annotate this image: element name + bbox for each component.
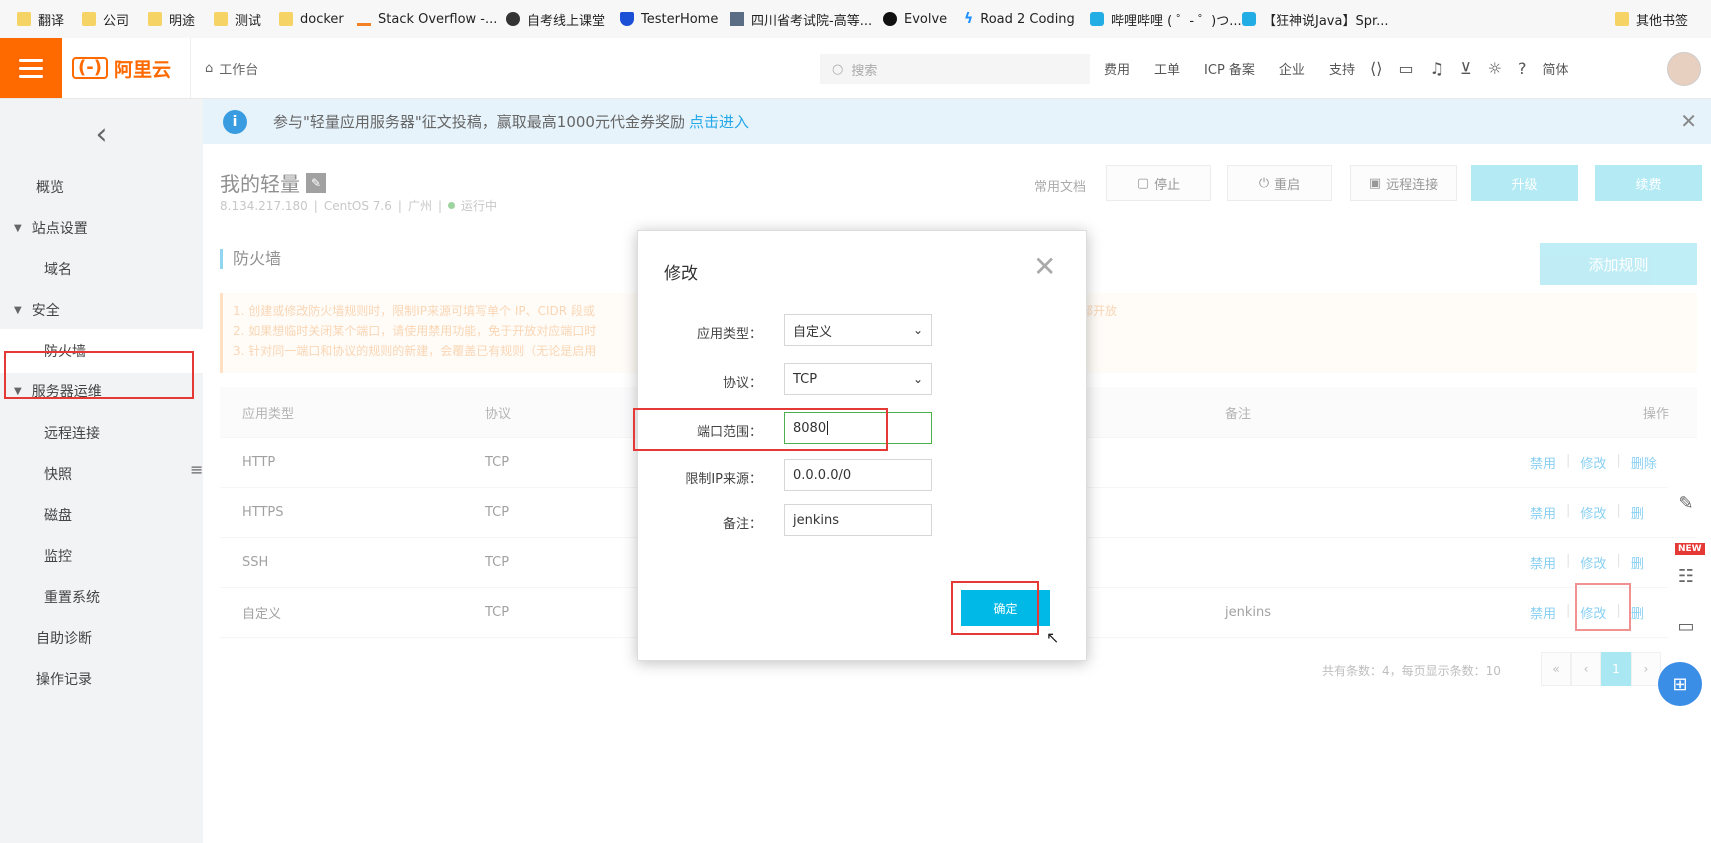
- ip-source-input[interactable]: 0.0.0.0/0: [784, 459, 932, 491]
- sidebar-item-oplog[interactable]: 操作记录: [0, 657, 203, 701]
- bookmark-docker[interactable]: docker: [279, 0, 344, 38]
- code-icon[interactable]: ⟨⟩: [1370, 59, 1382, 78]
- info-icon: i: [223, 109, 247, 134]
- bookmark-bilibili[interactable]: 哔哩哔哩 ( ゜- ゜)つ...: [1090, 0, 1242, 38]
- bookmark-test[interactable]: 测试: [214, 0, 261, 38]
- lightbulb-icon[interactable]: ☼: [1488, 59, 1502, 78]
- globe-icon: [506, 12, 520, 26]
- caret-down-icon: ▼: [14, 222, 22, 234]
- remark-input[interactable]: jenkins: [784, 504, 932, 536]
- language-switch[interactable]: 简体: [1543, 59, 1569, 78]
- nav-link-icp[interactable]: ICP 备案: [1204, 59, 1255, 78]
- bookmark-others[interactable]: 其他书签: [1615, 0, 1688, 38]
- avatar[interactable]: [1667, 52, 1701, 86]
- nav-link-billing[interactable]: 费用: [1104, 59, 1130, 78]
- highlight-box-firewall: [4, 351, 194, 399]
- aliyun-logo[interactable]: (-) 阿里云: [72, 38, 171, 98]
- evolve-icon: [883, 12, 897, 26]
- folder-icon: [1615, 12, 1629, 26]
- stackoverflow-icon: [357, 12, 371, 26]
- close-icon[interactable]: ✕: [1680, 109, 1697, 133]
- folder-icon: [214, 12, 228, 26]
- chevron-down-icon: ⌄: [912, 372, 923, 386]
- search-box[interactable]: ○ 搜索: [820, 54, 1090, 84]
- sidebar-item-diagnose[interactable]: 自助诊断: [0, 616, 203, 660]
- highlight-box-confirm: [951, 581, 1039, 635]
- nav-link-ticket[interactable]: 工单: [1154, 59, 1180, 78]
- bookmark-evolve[interactable]: Evolve: [883, 0, 947, 38]
- bookmark-kuangshen[interactable]: 【狂神说Java】Spr...: [1242, 0, 1389, 38]
- logo-text: 阿里云: [113, 58, 171, 81]
- terminal-icon[interactable]: ▭: [1398, 59, 1413, 78]
- menu-icon[interactable]: [0, 38, 62, 98]
- sidebar-item-reset[interactable]: 重置系统: [0, 575, 203, 619]
- help-icon[interactable]: ?: [1518, 59, 1527, 78]
- sidebar-item-disk[interactable]: 磁盘: [0, 493, 203, 537]
- search-icon: ○: [832, 61, 844, 77]
- bookmark-sichuan[interactable]: 四川省考试院-高等...: [730, 0, 872, 38]
- notice-link[interactable]: 点击进入: [689, 111, 749, 132]
- bookmark-mingtu[interactable]: 明途: [148, 0, 195, 38]
- nav-link-support[interactable]: 支持: [1329, 59, 1355, 78]
- sidebar-item-remote[interactable]: 远程连接: [0, 411, 203, 455]
- field-ip-source: 限制IP来源： 0.0.0.0/0: [638, 459, 1088, 493]
- book-icon[interactable]: ☷: [1668, 558, 1704, 594]
- sidebar-item-domain[interactable]: 域名: [0, 247, 203, 291]
- sidebar-item-overview[interactable]: 概览: [0, 165, 203, 209]
- bilibili-icon: [1242, 12, 1256, 26]
- sidebar-group-site-settings[interactable]: ▼ 站点设置: [0, 206, 203, 250]
- bookmarks-bar: 翻译 公司 明途 测试 docker Stack Overflow -... 自…: [0, 0, 1711, 39]
- protocol-select[interactable]: TCP ⌄: [784, 363, 932, 395]
- sidebar-item-monitor[interactable]: 监控: [0, 534, 203, 578]
- nav-icons: ⟨⟩ ▭ ♫ ⊻ ☼ ? 简体: [1370, 38, 1569, 98]
- field-remark: 备注： jenkins: [638, 504, 1088, 538]
- sidebar-group-security[interactable]: ▼ 安全: [0, 288, 203, 332]
- pencil-icon[interactable]: ✎: [1668, 485, 1704, 521]
- dialog-title: 修改: [664, 264, 698, 284]
- collapse-icon[interactable]: ‹: [0, 99, 203, 169]
- notice-bar: i 参与"轻量应用服务器"征文投稿，赢取最高1000元代金券奖励 点击进入 ✕: [203, 99, 1711, 144]
- nav-link-enterprise[interactable]: 企业: [1279, 59, 1305, 78]
- bookmark-translate[interactable]: 翻译: [17, 0, 64, 38]
- new-badge: NEW: [1675, 543, 1705, 555]
- sidebar-item-snapshot[interactable]: 快照: [0, 452, 203, 496]
- apps-grid-icon[interactable]: ⊞: [1658, 662, 1702, 706]
- bookmark-road2coding[interactable]: ϟ Road 2 Coding: [964, 0, 1075, 38]
- drag-handle-icon[interactable]: ≡: [190, 460, 203, 479]
- logo-mark: (-): [72, 57, 108, 79]
- bookmark-stackoverflow[interactable]: Stack Overflow -...: [357, 0, 497, 38]
- chevron-down-icon: ⌄: [912, 323, 923, 337]
- cart-icon[interactable]: ⊻: [1460, 59, 1472, 78]
- field-app-type: 应用类型： 自定义 ⌄: [638, 314, 1088, 348]
- notice-text: 参与"轻量应用服务器"征文投稿，赢取最高1000元代金券奖励: [273, 113, 685, 131]
- folder-icon: [82, 12, 96, 26]
- folder-icon: [279, 12, 293, 26]
- highlight-box-port: [633, 408, 888, 451]
- home-icon: ⌂: [205, 60, 214, 76]
- chat-icon[interactable]: ▭: [1668, 608, 1704, 644]
- bookmark-testerhome[interactable]: TesterHome: [620, 0, 718, 38]
- road-icon: ϟ: [964, 11, 974, 27]
- mouse-cursor-icon: ↖: [1046, 628, 1060, 647]
- app-type-select[interactable]: 自定义 ⌄: [784, 314, 932, 346]
- field-protocol: 协议： TCP ⌄: [638, 363, 1088, 397]
- bookmark-company[interactable]: 公司: [82, 0, 129, 38]
- bookmark-zikao[interactable]: 自考线上课堂: [506, 0, 605, 38]
- bell-icon[interactable]: ♫: [1430, 59, 1444, 78]
- close-icon[interactable]: ✕: [1033, 253, 1056, 281]
- sidebar: ‹ 概览 ▼ 站点设置 域名 ▼ 安全 防火墙 ▼ 服务器运维 远程连接 快照 磁盘 …: [0, 99, 203, 843]
- site-icon: [730, 12, 744, 26]
- folder-icon: [17, 12, 31, 26]
- search-placeholder: 搜索: [851, 63, 878, 79]
- folder-icon: [148, 12, 162, 26]
- bilibili-icon: [1090, 12, 1104, 26]
- shield-icon: [620, 12, 634, 26]
- nav-links: 费用 工单 ICP 备案 企业 支持: [1104, 38, 1355, 98]
- caret-down-icon: ▼: [14, 304, 22, 316]
- top-navigation: (-) 阿里云 ⌂ 工作台 ○ 搜索 费用 工单 ICP 备案 企业 支持 ⟨⟩…: [0, 38, 1711, 99]
- workbench-link[interactable]: ⌂ 工作台: [190, 38, 272, 98]
